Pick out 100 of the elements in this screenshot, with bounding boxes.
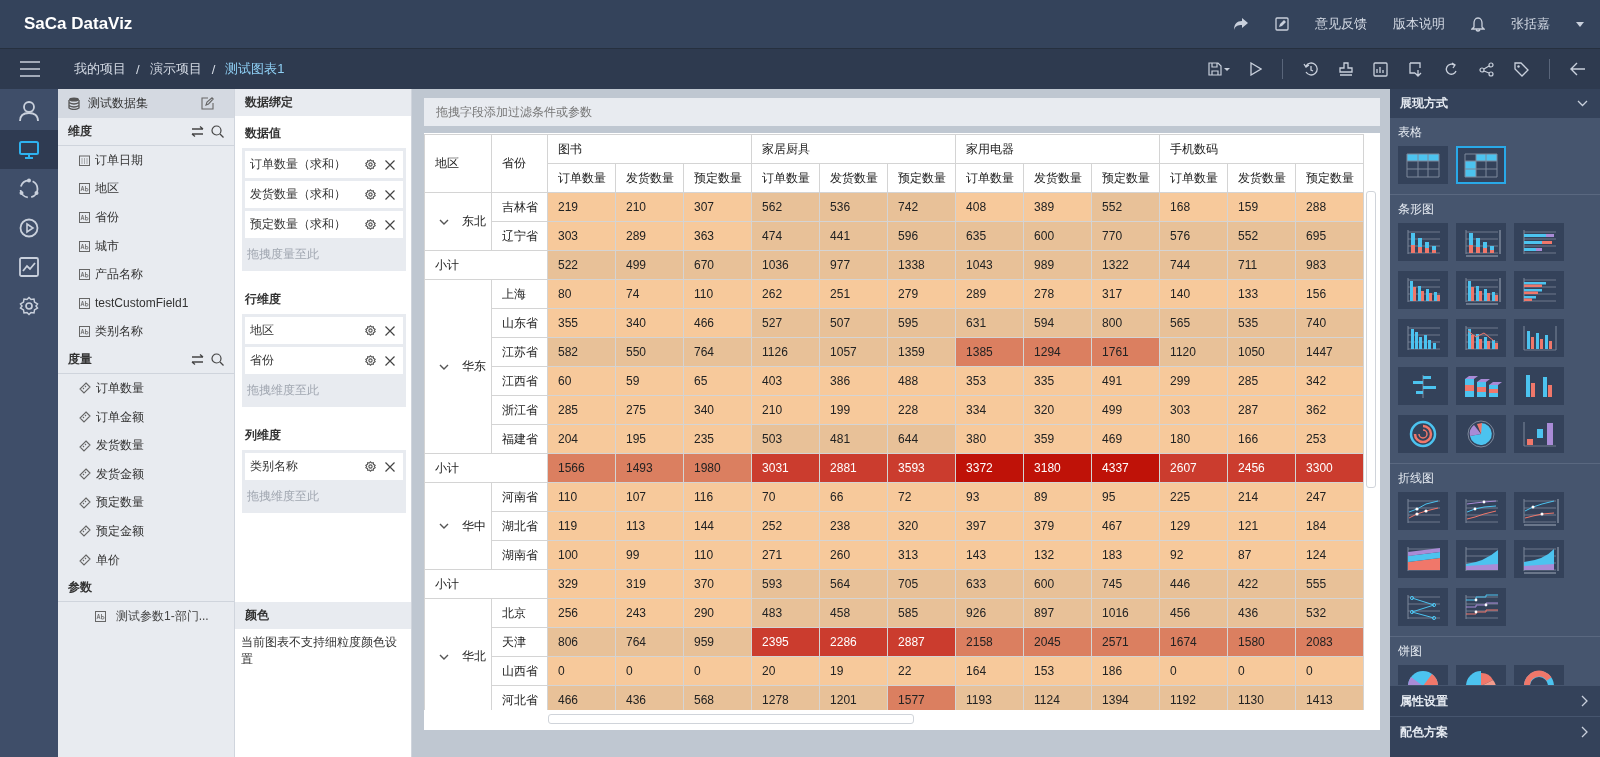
drop-zone[interactable]: 订单数量（求和） 发货数量（求和） 预定数量（求和） 拖拽度量至此 [242,148,406,271]
field-name[interactable]: 单价 [96,551,120,569]
chart-type-option[interactable] [1398,492,1448,530]
chevron-icon[interactable] [439,653,449,660]
user-name[interactable]: 张括嘉 [1511,15,1550,33]
chart-type-option[interactable] [1398,146,1448,184]
share-icon[interactable] [1233,17,1249,31]
field-name[interactable]: 预定金额 [96,522,144,540]
breadcrumb-link[interactable]: 测试图表1 [225,60,285,78]
chevron-icon[interactable] [439,523,449,529]
caret-icon[interactable] [1576,21,1584,27]
chart-type-option[interactable] [1456,415,1506,453]
chart-type-option[interactable] [1398,271,1448,309]
search-icon[interactable] [211,125,224,138]
field-name[interactable]: testCustomField1 [95,296,189,311]
chart-type-option[interactable] [1514,492,1564,530]
save-icon[interactable] [1208,62,1230,76]
close-icon[interactable] [385,461,395,472]
field-chip[interactable]: 省份 [245,347,403,374]
field-name[interactable]: 城市 [95,237,119,255]
chart-type-option[interactable] [1456,540,1506,578]
settings-icon[interactable] [365,219,376,230]
field-name[interactable]: 发货金额 [96,465,144,483]
field-name[interactable]: 地区 [95,180,119,198]
export-icon[interactable] [1408,61,1424,77]
scrollbar[interactable] [548,714,914,724]
settings-icon[interactable] [365,355,376,366]
field-name[interactable]: 发货数量 [96,437,144,455]
breadcrumb-link[interactable]: 我的项目 [74,60,126,78]
field-name[interactable]: 订单数量 [96,379,144,397]
chart-type-option[interactable] [1398,540,1448,578]
chart-type-option[interactable] [1514,223,1564,261]
breadcrumb-link[interactable]: 演示项目 [149,60,202,78]
field-chip[interactable]: 类别名称 [245,453,403,480]
chart-type-option[interactable] [1514,540,1564,578]
chart-type-option[interactable] [1398,415,1448,453]
close-icon[interactable] [385,189,395,200]
spreadsheet-icon[interactable] [1373,61,1388,77]
swap-icon[interactable] [191,126,204,137]
chart-type-option[interactable] [1456,319,1506,357]
chevron-icon[interactable] [439,363,449,370]
chart-type-option[interactable] [1514,271,1564,309]
chart-type-option[interactable] [1398,588,1448,626]
header-link[interactable]: 版本说明 [1393,15,1445,33]
chart-type-option[interactable] [1398,367,1448,405]
field-chip[interactable]: 发货数量（求和） [245,181,403,208]
chart-type-option[interactable] [1456,588,1506,626]
field-name[interactable]: 类别名称 [95,323,143,341]
close-icon[interactable] [385,219,395,230]
field-name[interactable]: 省份 [95,209,119,226]
chevron-icon[interactable] [439,218,449,225]
field-name[interactable]: 产品名称 [95,266,143,284]
row-group-header[interactable]: 华北 [424,598,492,710]
chart-type-option[interactable] [1514,415,1564,453]
chart-type-option[interactable] [1514,367,1564,405]
chart-type-option[interactable] [1514,319,1564,357]
field-name[interactable]: 预定数量 [96,494,144,512]
chart-type-option[interactable] [1398,223,1448,261]
close-icon[interactable] [385,325,395,336]
chart-type-option[interactable] [1456,492,1506,530]
history-icon[interactable] [1303,61,1319,77]
scrollbar[interactable] [1366,191,1376,488]
play-icon[interactable] [1250,62,1262,76]
chart-type-option[interactable] [1456,271,1506,309]
nav-item[interactable] [0,130,58,169]
refresh-icon[interactable] [1444,61,1459,77]
drop-zone[interactable]: 类别名称 拖拽维度至此 [242,450,406,513]
edit-icon[interactable] [201,97,214,110]
bell-icon[interactable] [1471,16,1485,32]
row-group-header[interactable]: 东北 [424,192,492,251]
panel-header[interactable]: 展现方式 [1390,89,1600,118]
header-link[interactable]: 意见反馈 [1315,15,1367,33]
row-group-header[interactable]: 华中 [424,482,492,570]
chart-type-option[interactable] [1398,319,1448,357]
field-name[interactable]: 测试参数1-部门... [116,608,209,626]
swap-icon[interactable] [191,354,204,366]
chart-type-option[interactable] [1456,367,1506,405]
filter-drop-zone[interactable]: 拖拽字段添加过滤条件或参数 [424,98,1380,126]
settings-icon[interactable] [365,325,376,336]
app-logo[interactable]: SaCa DataViz [24,14,133,34]
settings-icon[interactable] [365,189,376,200]
close-icon[interactable] [385,355,395,366]
settings-icon[interactable] [365,159,376,170]
close-icon[interactable] [385,159,395,170]
settings-section-header[interactable]: 属性设置 [1390,685,1600,716]
share-icon[interactable] [1479,61,1494,77]
drop-zone[interactable]: 地区 省份 拖拽维度至此 [242,314,406,407]
settings-icon[interactable] [365,461,376,472]
field-name[interactable]: 订单日期 [95,151,143,169]
search-icon[interactable] [211,353,224,367]
field-chip[interactable]: 订单数量（求和） [245,151,403,178]
menu-icon[interactable] [20,61,40,77]
settings-section-header[interactable]: 配色方案 [1390,716,1600,747]
back-arrow-icon[interactable] [1570,62,1586,76]
row-group-header[interactable]: 华东 [424,279,492,454]
field-name[interactable]: 订单金额 [96,408,144,426]
field-chip[interactable]: 地区 [245,317,403,344]
stamp-icon[interactable] [1339,61,1353,77]
field-chip[interactable]: 预定数量（求和） [245,211,403,238]
chart-type-option[interactable] [1456,146,1506,184]
